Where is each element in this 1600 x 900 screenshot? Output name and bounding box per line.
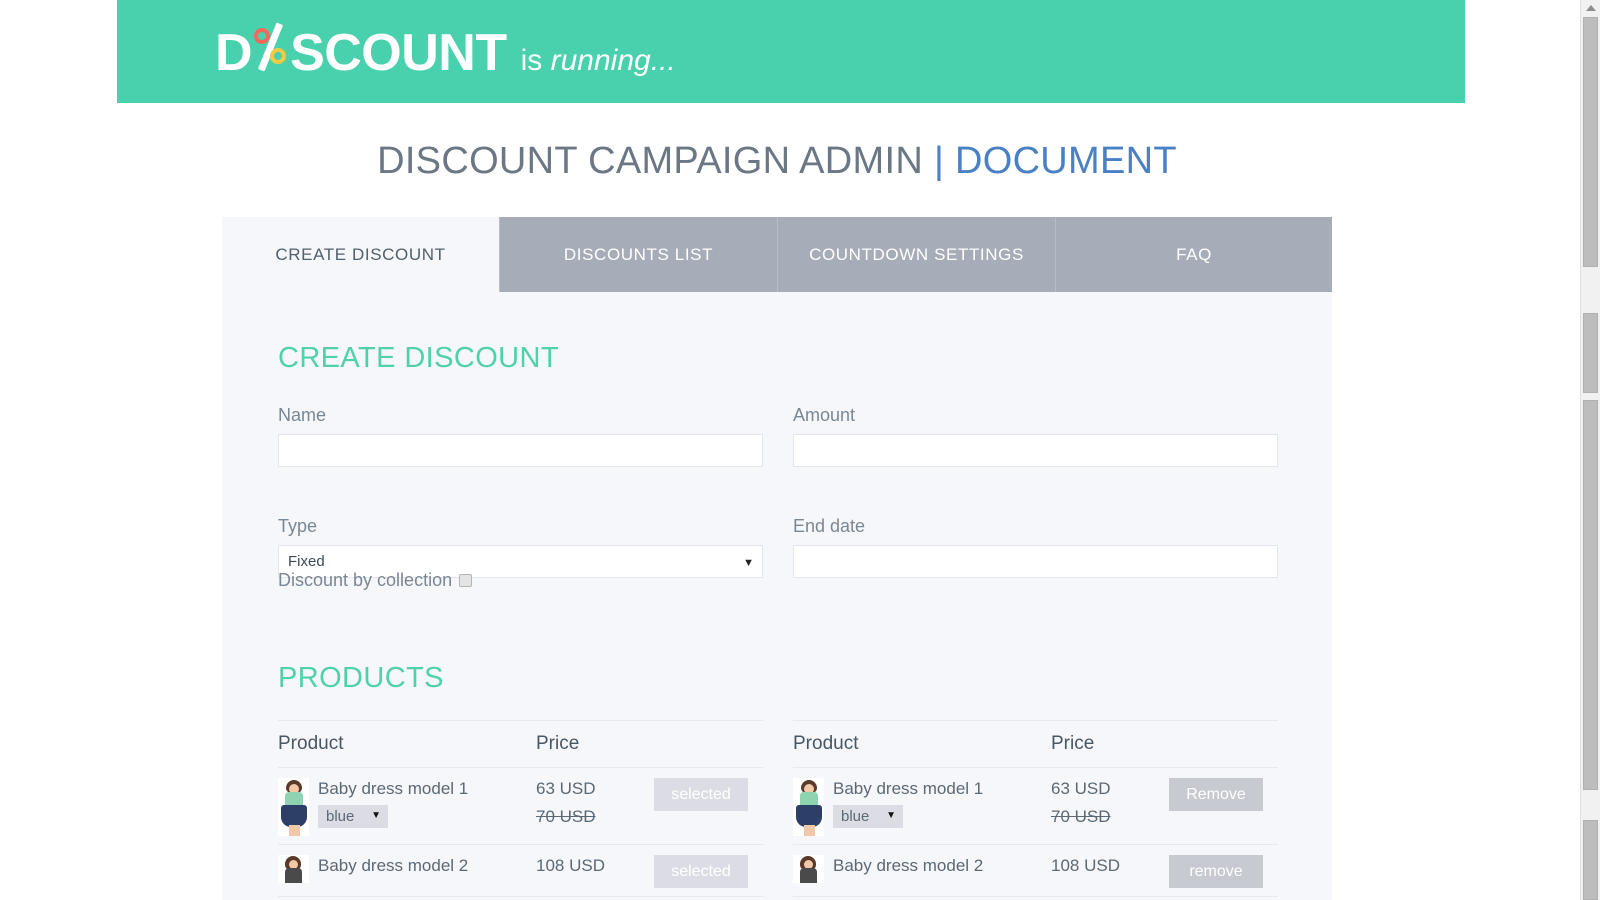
end-date-input[interactable]: [793, 545, 1278, 578]
product-cell: Baby dress model 2: [278, 855, 536, 883]
brand-banner: D SCOUNT is running...: [117, 0, 1465, 103]
variant-select[interactable]: blue ▼: [833, 805, 903, 829]
vertical-scrollbar[interactable]: [1580, 0, 1600, 900]
scrollbar-thumb[interactable]: [1583, 313, 1598, 393]
product-thumbnail-image: [793, 855, 824, 883]
select-product-button[interactable]: selected: [654, 778, 748, 811]
column-header-action: [654, 721, 763, 745]
product-price-original: 70 USD: [1051, 807, 1111, 827]
product-price: 63 USD: [1051, 779, 1111, 798]
chevron-down-icon: ▼: [371, 810, 381, 822]
discount-by-collection-row[interactable]: Discount by collection: [278, 570, 473, 591]
logo-letter-d: D: [215, 24, 253, 82]
documentation-link[interactable]: DOCUMENT: [955, 140, 1177, 182]
product-price: 63 USD: [536, 779, 596, 798]
price-cell: 63 USD 70 USD: [536, 778, 654, 827]
amount-input[interactable]: [793, 434, 1278, 467]
variant-select[interactable]: blue ▼: [318, 805, 388, 829]
price-cell: 108 USD: [536, 855, 654, 876]
available-products-table: Product Price Baby dress model 1 blue ▼ …: [278, 720, 763, 897]
logo: D SCOUNT is running...: [215, 22, 676, 82]
column-header-action: [1169, 721, 1278, 745]
product-thumbnail-image: [793, 778, 824, 836]
type-select-value: Fixed: [288, 553, 325, 570]
column-header-product: Product: [278, 733, 344, 754]
page-title-separator: |: [933, 140, 945, 182]
tagline-plain: is: [520, 44, 551, 77]
discount-by-collection-checkbox[interactable]: [459, 574, 473, 587]
remove-product-button[interactable]: remove: [1169, 855, 1263, 888]
section-title-products: PRODUCTS: [278, 662, 444, 694]
tab-countdown-settings[interactable]: COUNTDOWN SETTINGS: [778, 217, 1056, 292]
product-cell: Baby dress model 1 blue ▼: [793, 778, 1051, 836]
tab-panel-create-discount: CREATE DISCOUNT Name Type Fixed ▼ Amount…: [222, 292, 1332, 900]
table-row: Baby dress model 1 blue ▼ 63 USD 70 USD: [793, 768, 1278, 845]
column-header-product: Product: [793, 733, 859, 754]
amount-label: Amount: [793, 405, 856, 425]
tab-bar: CREATE DISCOUNT DISCOUNTS LIST COUNTDOWN…: [222, 217, 1332, 292]
product-thumbnail-image: [278, 778, 309, 836]
remove-product-button[interactable]: Remove: [1169, 778, 1263, 811]
product-price: 108 USD: [1051, 856, 1120, 875]
discount-by-collection-label: Discount by collection: [278, 570, 453, 590]
tagline-italic: running...: [550, 44, 676, 77]
table-row: Baby dress model 2 108 USD remove: [793, 845, 1278, 897]
action-cell: remove: [1169, 855, 1278, 888]
column-header-price: Price: [536, 733, 580, 754]
action-cell: selected: [654, 778, 763, 811]
scrollbar-thumb[interactable]: [1583, 400, 1598, 790]
scrollbar-thumb[interactable]: [1583, 820, 1598, 900]
tab-create-discount[interactable]: CREATE DISCOUNT: [222, 217, 500, 292]
product-name: Baby dress model 1: [318, 779, 469, 798]
end-date-label: End date: [793, 516, 866, 536]
scroll-up-arrow-icon[interactable]: [1586, 5, 1596, 11]
product-name: Baby dress model 2: [318, 856, 469, 875]
product-thumbnail-image: [278, 855, 309, 883]
product-tables: Product Price Baby dress model 1 blue ▼ …: [278, 720, 1278, 897]
tab-faq[interactable]: FAQ: [1056, 217, 1332, 292]
product-cell: Baby dress model 1 blue ▼: [278, 778, 536, 836]
price-cell: 63 USD 70 USD: [1051, 778, 1169, 827]
product-name: Baby dress model 1: [833, 779, 984, 798]
variant-select-value: blue: [326, 808, 355, 826]
logo-tagline: is running...: [521, 44, 676, 78]
product-price-original: 70 USD: [536, 807, 596, 827]
action-cell: Remove: [1169, 778, 1278, 811]
table-header-row: Product Price: [793, 720, 1278, 768]
column-header-price: Price: [1051, 733, 1095, 754]
table-header-row: Product Price: [278, 720, 763, 768]
form-column-right: Amount End date: [793, 405, 1278, 578]
name-label: Name: [278, 405, 327, 425]
select-product-button[interactable]: selected: [654, 855, 748, 888]
percent-icon: [251, 22, 291, 72]
page-title-main: DISCOUNT CAMPAIGN ADMIN: [377, 140, 924, 182]
app-root: D SCOUNT is running... DISCOUNT CAMPAIGN…: [0, 0, 1600, 900]
logo-text-scount: SCOUNT: [290, 24, 507, 82]
section-title-create-discount: CREATE DISCOUNT: [278, 342, 559, 374]
scrollbar-thumb[interactable]: [1583, 17, 1598, 267]
type-label: Type: [278, 516, 318, 536]
table-row: Baby dress model 2 108 USD selected: [278, 845, 763, 897]
product-cell: Baby dress model 2: [793, 855, 1051, 883]
page-title: DISCOUNT CAMPAIGN ADMIN | DOCUMENT: [222, 140, 1332, 183]
chevron-down-icon: ▼: [886, 810, 896, 822]
tab-discounts-list[interactable]: DISCOUNTS LIST: [500, 217, 778, 292]
variant-select-value: blue: [841, 808, 870, 826]
name-input[interactable]: [278, 434, 763, 467]
table-row: Baby dress model 1 blue ▼ 63 USD 70 USD: [278, 768, 763, 845]
chosen-products-table: Product Price Baby dress model 1 blue ▼ …: [793, 720, 1278, 897]
action-cell: selected: [654, 855, 763, 888]
product-name: Baby dress model 2: [833, 856, 984, 875]
product-price: 108 USD: [536, 856, 605, 875]
form-column-left: Name Type Fixed ▼: [278, 405, 763, 578]
discount-form: Name Type Fixed ▼ Amount End date: [278, 405, 1278, 578]
chevron-down-icon: ▼: [743, 557, 754, 569]
price-cell: 108 USD: [1051, 855, 1169, 876]
